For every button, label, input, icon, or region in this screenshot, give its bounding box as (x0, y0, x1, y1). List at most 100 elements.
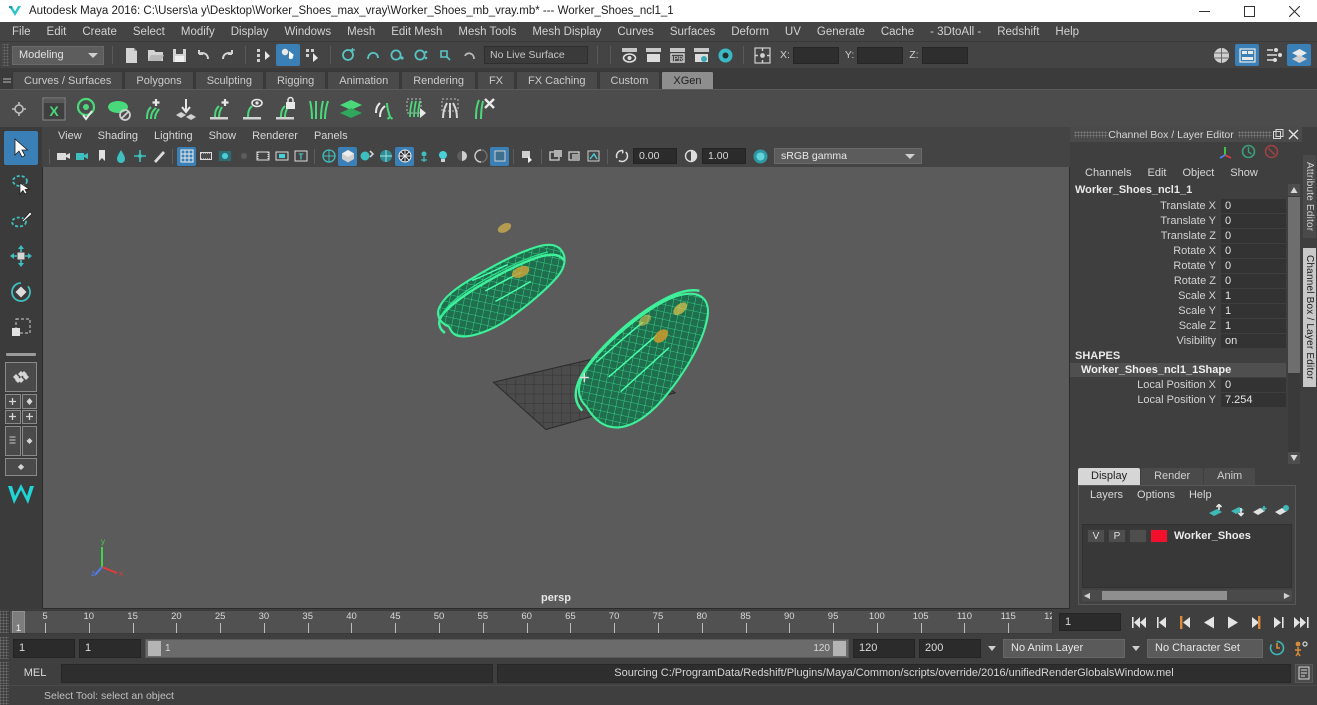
script-editor-icon[interactable] (1295, 663, 1313, 683)
layer-row[interactable]: V P Worker_Shoes (1083, 528, 1291, 544)
attribute-value[interactable]: 0 (1221, 198, 1286, 213)
snap-to-grid-icon[interactable] (337, 44, 361, 66)
auto-key-icon[interactable] (1267, 638, 1287, 658)
xgen-comb-icon[interactable] (302, 93, 334, 125)
xgen-delete-guides-icon[interactable] (467, 93, 499, 125)
grid-toggle-icon[interactable] (177, 146, 196, 166)
range-handle-left[interactable] (148, 640, 161, 656)
smooth-shade-icon[interactable] (338, 146, 357, 166)
hud-icon[interactable] (584, 147, 603, 166)
grid-display-icon[interactable] (565, 147, 584, 166)
panel-drag-grip[interactable] (1074, 131, 1108, 138)
texture-icon[interactable] (546, 147, 565, 166)
snap-to-point-icon[interactable] (385, 44, 409, 66)
new-scene-icon[interactable] (119, 44, 143, 66)
menu-create[interactable]: Create (74, 22, 125, 42)
time-slider-grip[interactable] (0, 611, 9, 633)
xgen-guide-visibility-icon[interactable] (104, 93, 136, 125)
step-back-key-icon[interactable] (1153, 612, 1173, 632)
step-forward-key-icon[interactable] (1268, 612, 1288, 632)
render-settings-icon[interactable] (689, 44, 713, 66)
channel-box-toggle-icon[interactable] (1261, 44, 1285, 66)
step-back-frame-icon[interactable] (1176, 612, 1196, 632)
attribute-value[interactable]: 0 (1221, 243, 1286, 258)
attribute-value[interactable]: 1 (1221, 318, 1286, 333)
attribute-row[interactable]: Translate Y 0 (1070, 213, 1302, 228)
shelf-grip[interactable] (2, 68, 12, 89)
paint-select-tool-button[interactable] (4, 203, 38, 237)
vertical-tab-channel-box[interactable]: Channel Box / Layer Editor (1303, 248, 1316, 388)
channel-menu-show[interactable]: Show (1223, 167, 1265, 179)
coord-y-field[interactable] (857, 46, 904, 64)
move-layer-up-icon[interactable] (1208, 503, 1224, 521)
persp-graph-layout-button[interactable] (5, 458, 37, 476)
character-set-selector[interactable]: No Character Set (1147, 638, 1263, 658)
tool-settings-toggle-icon[interactable] (1235, 44, 1259, 66)
attribute-row[interactable]: Translate Z 0 (1070, 228, 1302, 243)
shelf-tab-xgen[interactable]: XGen (661, 71, 714, 89)
chevron-down-icon[interactable] (988, 645, 996, 651)
new-layer-from-selected-icon[interactable] (1274, 504, 1290, 521)
scroll-left-arrow-icon[interactable]: ◀ (1082, 591, 1092, 600)
two-sided-lighting-icon[interactable] (471, 147, 490, 166)
viewport-menu-view[interactable]: View (50, 130, 90, 142)
select-tool-button[interactable] (4, 131, 38, 165)
perspective-viewport[interactable]: y x z persp (42, 167, 1070, 609)
shelf-tab-fx-caching[interactable]: FX Caching (516, 71, 598, 89)
shape-attribute-row[interactable]: Local Position X 0 (1070, 377, 1302, 392)
close-icon[interactable] (1287, 129, 1300, 141)
make-live-icon[interactable] (457, 44, 481, 66)
command-line-grip[interactable] (0, 662, 9, 684)
camera-attributes-icon[interactable] (92, 147, 111, 166)
gate-mask-icon[interactable] (234, 147, 253, 166)
current-frame-field[interactable]: 1 (1059, 613, 1121, 631)
channel-menu-channels[interactable]: Channels (1078, 167, 1138, 179)
xgen-preview-icon[interactable] (71, 93, 103, 125)
attribute-row[interactable]: Scale Z 1 (1070, 318, 1302, 333)
shelf-tab-fx[interactable]: FX (476, 71, 516, 89)
scroll-up-arrow-icon[interactable] (1288, 184, 1300, 196)
layer-display-type-toggle[interactable] (1129, 529, 1147, 543)
select-by-hierarchy-icon[interactable] (252, 44, 276, 66)
snap-to-curve-icon[interactable] (361, 44, 385, 66)
attribute-value[interactable]: 0 (1221, 377, 1286, 392)
attribute-row[interactable]: Rotate Y 0 (1070, 258, 1302, 273)
layer-menu-help[interactable]: Help (1183, 489, 1218, 501)
live-surface-field[interactable]: No Live Surface (484, 46, 588, 64)
layer-menu-options[interactable]: Options (1131, 489, 1181, 501)
current-time-indicator[interactable]: 1 (12, 611, 25, 633)
channel-box-scrollbar[interactable] (1288, 184, 1300, 464)
wireframe-on-shaded-icon[interactable] (376, 147, 395, 166)
menu-file[interactable]: File (4, 22, 39, 42)
rotate-tool-button[interactable] (4, 275, 38, 309)
image-plane-icon[interactable] (111, 147, 130, 166)
xray-joints-icon[interactable] (414, 147, 433, 166)
channel-menu-edit[interactable]: Edit (1140, 167, 1173, 179)
coord-x-field[interactable] (792, 46, 839, 64)
hypershade-icon[interactable] (713, 44, 737, 66)
attribute-value[interactable]: 1 (1221, 288, 1286, 303)
shelf-tab-rendering[interactable]: Rendering (401, 71, 476, 89)
ipr-render-icon[interactable]: IPR (665, 44, 689, 66)
chevron-down-icon[interactable] (1132, 645, 1140, 651)
scroll-right-arrow-icon[interactable]: ▶ (1282, 591, 1292, 600)
scrollbar-thumb[interactable] (1102, 591, 1227, 600)
four-view-layout-button[interactable] (5, 394, 37, 424)
menu-curves[interactable]: Curves (609, 22, 661, 42)
time-slider[interactable]: 5 10 15 20 25 30 35 40 45 50 55 60 65 70 75 80 85 90 95 100… (9, 610, 1053, 634)
viewport-menu-renderer[interactable]: Renderer (244, 130, 306, 142)
color-management-icon[interactable] (751, 147, 770, 166)
menu-mesh-display[interactable]: Mesh Display (524, 22, 609, 42)
shade-all-icon[interactable] (357, 147, 376, 166)
layer-color-swatch[interactable] (1150, 529, 1168, 543)
range-slider-grip[interactable] (0, 637, 9, 659)
layer-name[interactable]: Worker_Shoes (1174, 530, 1251, 542)
attribute-value[interactable]: 0 (1221, 213, 1286, 228)
lasso-select-tool-button[interactable] (4, 167, 38, 201)
exposure-icon[interactable] (612, 147, 631, 166)
gamma-value-field[interactable]: 1.00 (702, 148, 746, 164)
open-scene-icon[interactable] (143, 44, 167, 66)
command-input[interactable] (61, 663, 493, 683)
menu-mesh-tools[interactable]: Mesh Tools (450, 22, 524, 42)
shadows-icon[interactable] (452, 147, 471, 166)
